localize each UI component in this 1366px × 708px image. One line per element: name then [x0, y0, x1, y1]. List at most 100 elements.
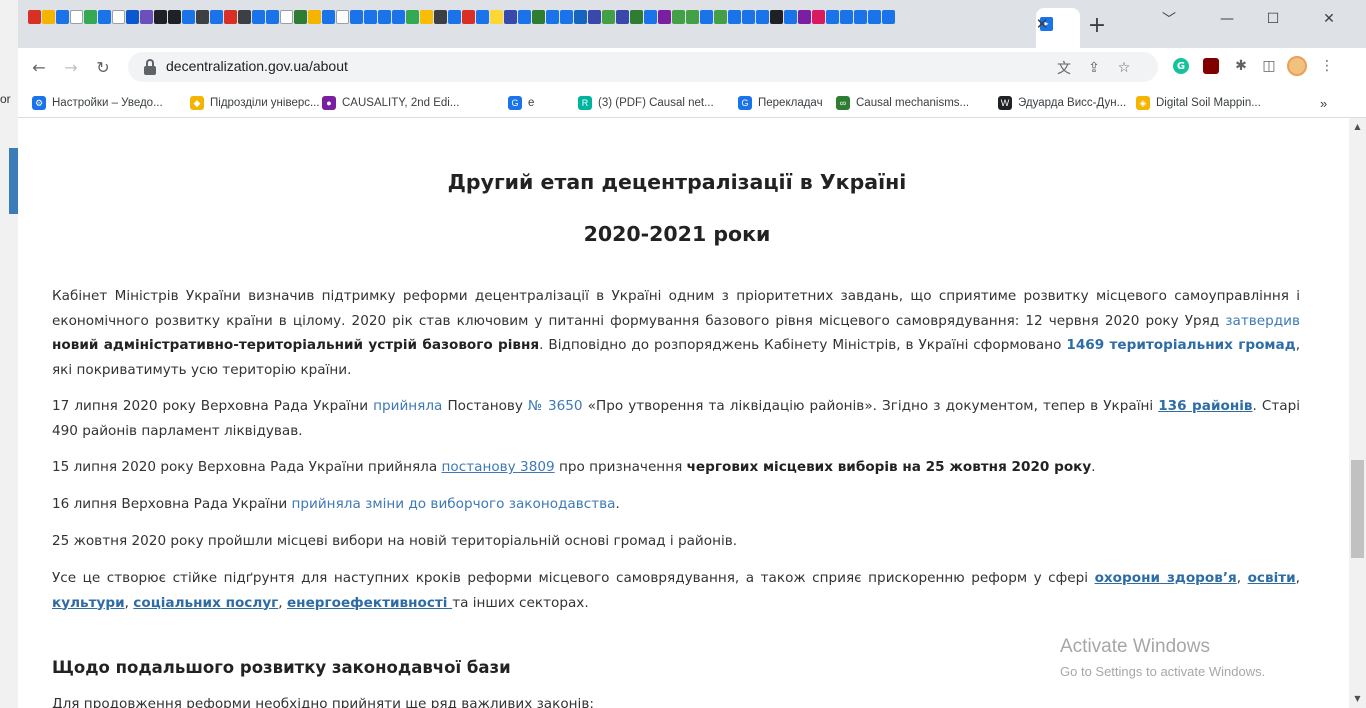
bookmark-item[interactable]: R (3) (PDF) Causal net...	[578, 94, 714, 112]
scroll-up-arrow-icon[interactable]: ▲	[1353, 122, 1362, 131]
bookmark-item[interactable]: ⚙ Настройки – Уведо...	[32, 94, 163, 112]
grammarly-extension-icon[interactable]: G	[1170, 55, 1192, 77]
scrollbar-thumb[interactable]	[1351, 460, 1364, 558]
pinned-tab-favicon-icon[interactable]	[182, 10, 195, 24]
link-culture[interactable]: культури	[52, 595, 125, 611]
link-approved[interactable]: затвердив	[1225, 313, 1300, 329]
pinned-tab-favicon-icon[interactable]	[588, 10, 601, 24]
pinned-tab-favicon-icon[interactable]	[742, 10, 755, 24]
pinned-tab-favicon-icon[interactable]	[238, 10, 251, 24]
pinned-tab-favicon-icon[interactable]	[770, 10, 783, 24]
pinned-tab-favicon-icon[interactable]	[854, 10, 867, 24]
minimize-button[interactable]: —	[1204, 6, 1250, 32]
bookmark-star-icon[interactable]: ☆	[1114, 58, 1134, 78]
pinned-tab-favicon-icon[interactable]	[532, 10, 545, 24]
bookmark-item[interactable]: ◈ Digital Soil Mappin...	[1136, 94, 1261, 112]
pinned-tab-favicon-icon[interactable]	[126, 10, 139, 24]
translate-page-icon[interactable]: 文	[1054, 58, 1074, 78]
link-social-services[interactable]: соціальних послуг	[133, 595, 278, 611]
scroll-down-arrow-icon[interactable]: ▼	[1353, 694, 1362, 703]
pinned-tab-favicon-icon[interactable]	[784, 10, 797, 24]
extensions-puzzle-icon[interactable]: ✱	[1230, 55, 1252, 77]
bookmark-item[interactable]: Ge	[508, 94, 534, 112]
pinned-tab-favicon-icon[interactable]	[728, 10, 741, 24]
pinned-tab-favicon-icon[interactable]	[70, 10, 83, 24]
pinned-tab-favicon-icon[interactable]	[658, 10, 671, 24]
maximize-button[interactable]: ☐	[1250, 6, 1296, 32]
link-resolution-3650[interactable]: № 3650	[528, 398, 583, 414]
pinned-tab-favicon-icon[interactable]	[882, 10, 895, 24]
pinned-tab-favicon-icon[interactable]	[56, 10, 69, 24]
pinned-tab-favicon-icon[interactable]	[364, 10, 377, 24]
pinned-tab-favicon-icon[interactable]	[672, 10, 685, 24]
link-resolution-3809[interactable]: постанову 3809	[442, 459, 555, 475]
pinned-tab-favicon-icon[interactable]	[868, 10, 881, 24]
pinned-tab-favicon-icon[interactable]	[616, 10, 629, 24]
pinned-tab-favicon-icon[interactable]	[294, 10, 307, 24]
page-scrollbar[interactable]: ▲ ▼	[1349, 118, 1366, 708]
side-panel-icon[interactable]: ◫	[1258, 55, 1280, 77]
pinned-tab-favicon-icon[interactable]	[602, 10, 615, 24]
pinned-tab-favicon-icon[interactable]	[462, 10, 475, 24]
pinned-tab-favicon-icon[interactable]	[112, 10, 125, 24]
pinned-tab-favicon-icon[interactable]	[630, 10, 643, 24]
bookmark-item[interactable]: ◆ Підрозділи універс...	[190, 94, 320, 112]
new-tab-button[interactable]: +	[1084, 12, 1110, 38]
pinned-tab-favicon-icon[interactable]	[448, 10, 461, 24]
pinned-tab-favicon-icon[interactable]	[98, 10, 111, 24]
address-bar[interactable]: decentralization.gov.ua/about 文 ⇪ ☆	[128, 52, 1158, 82]
pinned-tab-favicon-icon[interactable]	[420, 10, 433, 24]
pinned-tab-favicon-icon[interactable]	[504, 10, 517, 24]
close-window-button[interactable]: ✕	[1306, 6, 1352, 32]
link-136-districts[interactable]: 136 районів	[1158, 398, 1252, 414]
link-education[interactable]: освіти	[1248, 570, 1296, 586]
pinned-tab-favicon-icon[interactable]	[546, 10, 559, 24]
pinned-tab-favicon-icon[interactable]	[28, 10, 41, 24]
back-arrow-icon[interactable]: ←	[28, 56, 50, 78]
pinned-tab-favicon-icon[interactable]	[714, 10, 727, 24]
pinned-tab-favicon-icon[interactable]	[812, 10, 825, 24]
pinned-tab-favicon-icon[interactable]	[756, 10, 769, 24]
bookmark-item[interactable]: ● CAUSALITY, 2nd Edi...	[322, 94, 459, 112]
share-icon[interactable]: ⇪	[1084, 58, 1104, 78]
pinned-tab-favicon-icon[interactable]	[42, 10, 55, 24]
profile-avatar[interactable]	[1286, 55, 1308, 77]
pinned-tab-favicon-icon[interactable]	[490, 10, 503, 24]
pinned-tab-favicon-icon[interactable]	[196, 10, 209, 24]
link-adopted[interactable]: прийняла	[373, 398, 442, 414]
link-healthcare[interactable]: охорони здоров’я	[1095, 570, 1237, 586]
browser-menu-icon[interactable]: ⋮	[1316, 55, 1338, 77]
pinned-tab-favicon-icon[interactable]	[308, 10, 321, 24]
pinned-tab-favicon-icon[interactable]	[350, 10, 363, 24]
pinned-tab-favicon-icon[interactable]	[378, 10, 391, 24]
forward-arrow-icon[interactable]: →	[60, 56, 82, 78]
pinned-tab-favicon-icon[interactable]	[210, 10, 223, 24]
pinned-tab-favicon-icon[interactable]	[322, 10, 335, 24]
pinned-tab-favicon-icon[interactable]	[140, 10, 153, 24]
pinned-tab-favicon-icon[interactable]	[84, 10, 97, 24]
pinned-tab-favicon-icon[interactable]	[798, 10, 811, 24]
pinned-tab-favicon-icon[interactable]	[700, 10, 713, 24]
pinned-tab-favicon-icon[interactable]	[434, 10, 447, 24]
bookmark-item[interactable]: G Перекладач	[738, 94, 823, 112]
pinned-tab-favicon-icon[interactable]	[840, 10, 853, 24]
pinned-tab-favicon-icon[interactable]	[266, 10, 279, 24]
pinned-tab-favicon-icon[interactable]	[154, 10, 167, 24]
pinned-tab-favicon-icon[interactable]	[476, 10, 489, 24]
link-energy-efficiency[interactable]: енергоефективності	[287, 595, 452, 611]
bookmarks-overflow-chevron-icon[interactable]: »	[1320, 94, 1327, 112]
bookmark-item[interactable]: W Эдуарда Висс-Дун...	[998, 94, 1126, 112]
pinned-tab-favicon-icon[interactable]	[168, 10, 181, 24]
ublock-extension-icon[interactable]	[1200, 55, 1222, 77]
pinned-tab-favicon-icon[interactable]	[518, 10, 531, 24]
lock-icon[interactable]	[142, 58, 158, 76]
pinned-tab-favicon-icon[interactable]	[826, 10, 839, 24]
pinned-tab-favicon-icon[interactable]	[406, 10, 419, 24]
pinned-tab-favicon-icon[interactable]	[574, 10, 587, 24]
tab-close-icon[interactable]: ✕	[1032, 14, 1052, 34]
url-text[interactable]: decentralization.gov.ua/about	[166, 58, 348, 74]
pinned-tab-favicon-icon[interactable]	[644, 10, 657, 24]
link-electoral-law-changes[interactable]: прийняла зміни до виборчого законодавств…	[292, 496, 616, 512]
pinned-tab-favicon-icon[interactable]	[224, 10, 237, 24]
pinned-tab-favicon-icon[interactable]	[280, 10, 293, 24]
